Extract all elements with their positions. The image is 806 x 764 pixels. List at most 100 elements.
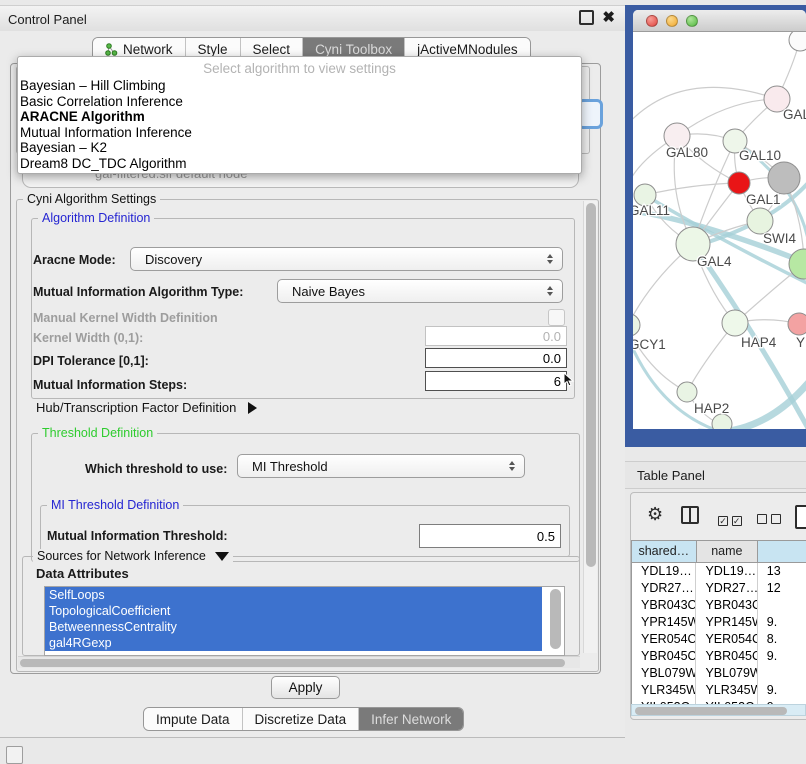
network-edge[interactable] xyxy=(645,183,739,195)
collapsed-panel-icon[interactable] xyxy=(6,746,23,764)
table-cell[interactable]: YBR043C xyxy=(632,597,696,614)
network-node-hap4[interactable] xyxy=(722,310,748,336)
data-attributes-list[interactable]: SelfLoopsTopologicalCoefficientBetweenne… xyxy=(44,586,565,656)
table-cell[interactable]: YLR345W xyxy=(696,682,757,699)
settings-vscroll-thumb[interactable] xyxy=(586,203,596,567)
table-cell[interactable]: YER054C xyxy=(632,631,696,648)
hub-definition-toggle[interactable]: Hub/Transcription Factor Definition xyxy=(36,400,257,415)
table-cell[interactable]: YBL079W xyxy=(632,665,696,682)
apply-button[interactable]: Apply xyxy=(271,676,340,699)
network-window[interactable]: GAL80GAL10GAL1GAL11SWI4GAL4HAP4YGCY1HAP2… xyxy=(633,10,806,429)
table-cell[interactable]: YDR27… xyxy=(632,580,696,597)
sources-title[interactable]: Sources for Network Inference xyxy=(33,549,233,563)
table-cell[interactable]: 8. xyxy=(758,631,806,648)
table-cell[interactable]: YPR145W xyxy=(632,614,696,631)
close-icon[interactable]: ✖ xyxy=(602,12,615,23)
table-cell[interactable]: 9. xyxy=(758,614,806,631)
aracne-mode-combo[interactable]: Discovery xyxy=(130,247,563,271)
table-row[interactable]: YPR145WYPR145W9. xyxy=(632,614,806,631)
table-cell[interactable]: YBL079W xyxy=(696,665,757,682)
mouse-cursor xyxy=(563,372,575,388)
network-canvas[interactable]: GAL80GAL10GAL1GAL11SWI4GAL4HAP4YGCY1HAP2… xyxy=(633,32,806,429)
network-node-label: GAL xyxy=(783,107,806,122)
settings-vscroll-track[interactable] xyxy=(583,201,597,653)
table-cell[interactable]: YPR145W xyxy=(696,614,757,631)
network-node-label: GAL10 xyxy=(739,148,781,163)
network-node[interactable] xyxy=(789,32,806,51)
table-cell[interactable]: 9. xyxy=(758,648,806,665)
tab-discretize-data[interactable]: Discretize Data xyxy=(243,708,360,730)
expand-arrow-icon xyxy=(215,552,229,561)
tab-impute-data[interactable]: Impute Data xyxy=(144,708,243,730)
network-node-y[interactable] xyxy=(788,313,806,335)
network-edge[interactable] xyxy=(677,99,777,136)
attribute-item-selected[interactable]: BetweennessCentrality xyxy=(45,619,542,635)
table-cell[interactable]: YDR27… xyxy=(696,580,757,597)
mi-type-combo[interactable]: Naive Bayes xyxy=(277,279,563,303)
manual-kernel-checkbox[interactable] xyxy=(548,309,565,326)
settings-hscroll-track[interactable] xyxy=(18,656,580,668)
network-node-gal1[interactable] xyxy=(728,172,750,194)
network-node-hap2[interactable] xyxy=(677,382,697,402)
settings-hscroll-thumb[interactable] xyxy=(20,659,565,667)
table-cell[interactable]: YDL19… xyxy=(632,563,696,580)
network-node[interactable] xyxy=(768,162,800,194)
tab-infer-network[interactable]: Infer Network xyxy=(359,708,463,730)
table-cell[interactable]: 9. xyxy=(758,682,806,699)
table-cell[interactable] xyxy=(758,597,806,614)
table-row[interactable]: YBR045CYBR045C9. xyxy=(632,648,806,665)
document-icon[interactable] xyxy=(795,505,806,529)
minimize-traffic-light-icon[interactable] xyxy=(666,15,678,27)
network-window-titlebar[interactable] xyxy=(633,10,806,32)
table-row[interactable]: YDL19…YDL19…13 xyxy=(632,563,806,580)
network-edge[interactable] xyxy=(633,87,777,127)
table-row[interactable]: YER054CYER054C8. xyxy=(632,631,806,648)
algorithm-option[interactable]: Bayesian – K2 xyxy=(18,140,581,156)
network-node-label: Y xyxy=(796,335,805,350)
mi-steps-field[interactable]: 6 xyxy=(425,371,567,391)
table-cell[interactable]: YBR043C xyxy=(696,597,757,614)
table-cell[interactable]: YLR345W xyxy=(632,682,696,699)
table-row[interactable]: YLR345WYLR345W9. xyxy=(632,682,806,699)
algorithm-option[interactable]: Basic Correlation Inference xyxy=(18,94,581,110)
column-header-name[interactable]: name xyxy=(697,541,758,562)
tab-network-label: Network xyxy=(123,42,173,57)
which-threshold-combo[interactable]: MI Threshold xyxy=(237,454,525,478)
kernel-width-field[interactable]: 0.0 xyxy=(425,326,567,346)
table-row[interactable]: YBL079WYBL079W xyxy=(632,665,806,682)
clear-all-checkboxes-icon[interactable] xyxy=(757,512,781,527)
close-traffic-light-icon[interactable] xyxy=(646,15,658,27)
table-hscroll-thumb[interactable] xyxy=(635,707,787,715)
mi-threshold-field[interactable]: 0.5 xyxy=(419,524,561,548)
select-all-checkboxes-icon[interactable]: ✓ ✓ xyxy=(718,512,742,527)
aracne-mode-value: Discovery xyxy=(145,252,202,267)
attributes-list-scrollbar[interactable] xyxy=(550,589,561,649)
network-node[interactable] xyxy=(712,414,732,429)
zoom-traffic-light-icon[interactable] xyxy=(686,15,698,27)
network-node-gcy1[interactable] xyxy=(633,314,640,336)
algorithm-option[interactable]: Mutual Information Inference xyxy=(18,125,581,141)
column-header-extra[interactable] xyxy=(758,541,806,562)
columns-icon[interactable] xyxy=(681,506,699,524)
algorithm-option[interactable]: Dream8 DC_TDC Algorithm xyxy=(18,156,581,172)
table-row[interactable]: YDR27…YDR27…12 xyxy=(632,580,806,597)
algorithm-option[interactable]: Bayesian – Hill Climbing xyxy=(18,78,581,94)
column-header-shared-name[interactable]: shared… xyxy=(632,541,697,562)
table-row[interactable]: YBR043CYBR043C xyxy=(632,597,806,614)
table-cell[interactable]: YBR045C xyxy=(696,648,757,665)
attribute-item-selected[interactable]: TopologicalCoefficient xyxy=(45,603,542,619)
attribute-item-selected[interactable]: gal4RGexp xyxy=(45,635,542,651)
table-cell[interactable] xyxy=(758,665,806,682)
table-hscroll-track[interactable] xyxy=(631,704,806,716)
attribute-item-selected[interactable]: SelfLoops xyxy=(45,587,542,603)
algorithm-option[interactable]: ARACNE Algorithm xyxy=(18,109,581,125)
dpi-tolerance-field[interactable]: 0.0 xyxy=(425,348,567,368)
float-panel-icon[interactable] xyxy=(579,10,594,25)
table-cell[interactable]: YER054C xyxy=(696,631,757,648)
control-panel-title: Control Panel xyxy=(0,12,87,27)
table-cell[interactable]: YDL19… xyxy=(696,563,757,580)
table-cell[interactable]: 12 xyxy=(758,580,806,597)
table-cell[interactable]: YBR045C xyxy=(632,648,696,665)
table-cell[interactable]: 13 xyxy=(758,563,806,580)
gear-icon[interactable]: ⚙ xyxy=(647,504,663,525)
